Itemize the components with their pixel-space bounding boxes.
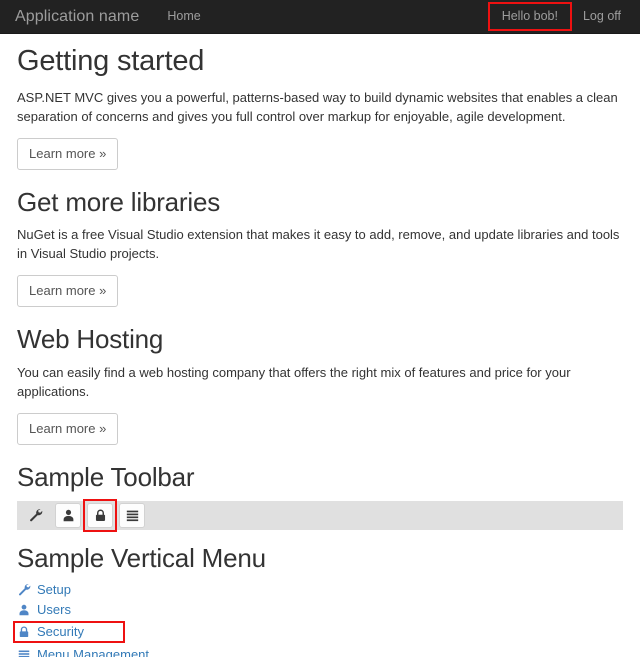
user-icon [17, 603, 31, 617]
section-get-more-libraries: Get more libraries NuGet is a free Visua… [17, 188, 623, 308]
get-more-libraries-text: NuGet is a free Visual Studio extension … [17, 227, 620, 262]
web-hosting-learn-more-button[interactable]: Learn more » [17, 413, 119, 446]
section-web-hosting: Web Hosting You can easily find a web ho… [17, 324, 623, 446]
vertical-menu-label[interactable]: Users [37, 603, 71, 616]
lock-icon [94, 509, 107, 522]
nav-log-off[interactable]: Log off [572, 5, 632, 28]
get-more-libraries-learn-more-button[interactable]: Learn more » [17, 275, 119, 308]
toolbar-setup-button[interactable] [23, 503, 49, 528]
vertical-menu-item-security[interactable]: Security [13, 621, 125, 644]
navbar-left-links: Home [154, 10, 213, 23]
section-getting-started: Getting started ASP.NET MVC gives you a … [17, 45, 623, 170]
user-icon [62, 509, 75, 522]
list-icon [17, 648, 31, 657]
vertical-menu-item-menu-management[interactable]: Menu Management [17, 646, 149, 657]
wrench-icon [17, 583, 31, 597]
vertical-menu-label[interactable]: Setup [37, 583, 71, 596]
toolbar-users-button[interactable] [55, 502, 81, 528]
navbar-right-links: Hello bob! Log off [487, 2, 640, 31]
sample-vertical-menu-heading: Sample Vertical Menu [17, 542, 266, 573]
toolbar-menu-management-button[interactable] [119, 502, 145, 528]
sample-toolbar-strip [17, 498, 623, 532]
sample-toolbar-heading: Sample Toolbar [17, 462, 195, 493]
toolbar-security-button[interactable] [83, 498, 117, 532]
page-title: Getting started [17, 45, 205, 77]
getting-started-text: ASP.NET MVC gives you a powerful, patter… [17, 89, 618, 124]
vertical-menu-label[interactable]: Menu Management [37, 648, 149, 657]
web-hosting-text: You can easily find a web hosting compan… [17, 365, 571, 400]
vertical-menu-list: Setup Users Security Menu Management [13, 581, 623, 657]
top-navbar: Application name Home Hello bob! Log off [0, 0, 640, 34]
vertical-menu-label[interactable]: Security [37, 625, 84, 638]
nav-hello-user[interactable]: Hello bob! [487, 2, 572, 31]
section-sample-toolbar: Sample Toolbar [17, 462, 623, 532]
vertical-menu-item-users[interactable]: Users [17, 601, 71, 618]
wrench-icon [29, 508, 43, 522]
lock-icon [17, 625, 31, 639]
list-icon [126, 509, 139, 522]
vertical-menu-item-setup[interactable]: Setup [17, 581, 71, 598]
main-content: Getting started ASP.NET MVC gives you a … [0, 45, 640, 657]
get-more-libraries-heading: Get more libraries [17, 186, 221, 217]
section-sample-vertical-menu: Sample Vertical Menu Setup Users Securit… [13, 542, 623, 657]
app-brand-link[interactable]: Application name [0, 8, 154, 25]
getting-started-learn-more-button[interactable]: Learn more » [17, 137, 119, 170]
web-hosting-heading: Web Hosting [17, 324, 164, 355]
nav-home[interactable]: Home [154, 10, 213, 23]
